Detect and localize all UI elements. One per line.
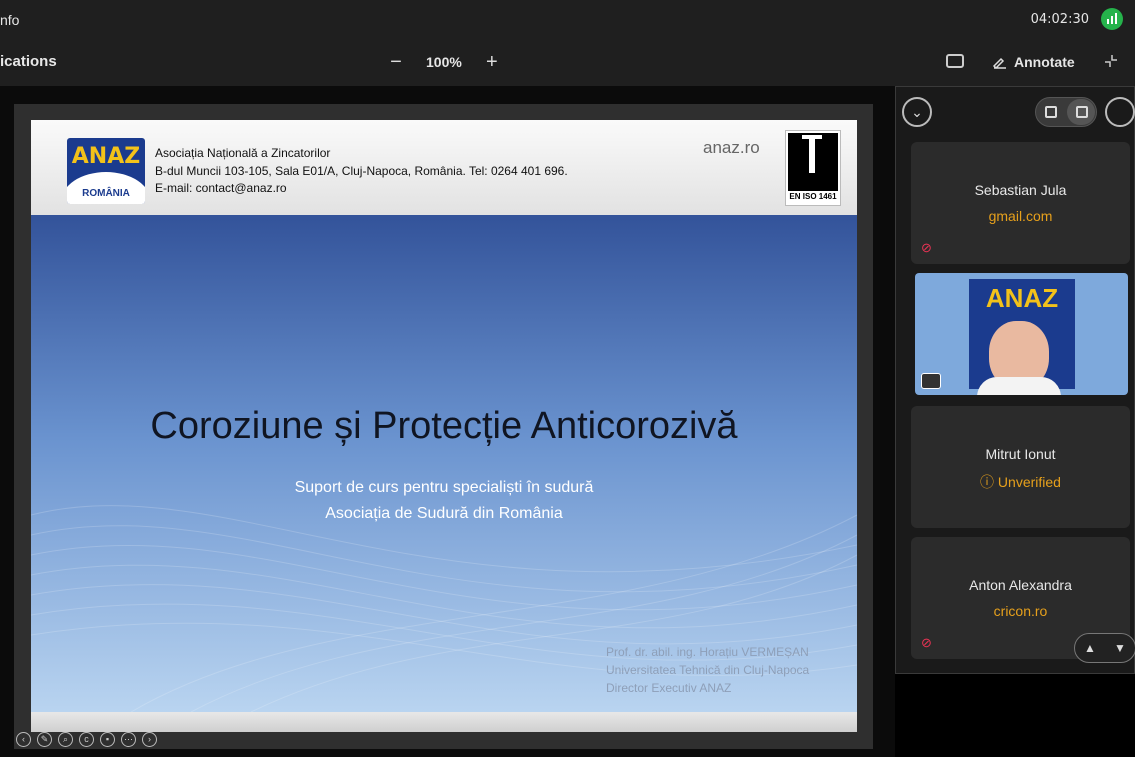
participant-domain: cricon.ro: [993, 603, 1048, 619]
header-line-2: B-dul Muncii 103-105, Sala E01/A, Cluj-N…: [155, 163, 568, 178]
chevron-up-icon[interactable]: ▲: [1084, 641, 1096, 655]
slide-title: Coroziune și Protecție Anticorozivă: [150, 405, 738, 447]
participant-name: Mitrut Ionut: [985, 446, 1056, 462]
iso-logo: EN ISO 1461: [785, 130, 841, 206]
subtitle-line-2: Asociația de Sudură din România: [325, 505, 563, 522]
zoom-tool-icon[interactable]: ⌕: [58, 732, 73, 747]
captions-icon[interactable]: c: [79, 732, 94, 747]
slide-footer: [31, 712, 857, 732]
screen-share-icon[interactable]: [921, 373, 941, 389]
slide-subtitle: Suport de curs pentru specialiști în sud…: [31, 475, 857, 527]
title-bar: nfo 04:02:30: [0, 0, 1135, 40]
signal-icon[interactable]: [1101, 8, 1123, 30]
participant-status: ⓘ Unverified: [980, 474, 1061, 490]
header-website: anaz.ro: [703, 138, 760, 157]
participant-tile[interactable]: Mitrut Ionut ⓘ Unverified: [911, 406, 1130, 528]
header-line-1: Asociația Națională a Zincatorilor: [155, 146, 331, 160]
header-line-3: E-mail: contact@anaz.ro: [155, 181, 287, 195]
presentation-slide: ANAZ ROMÂNIA Asociația Națională a Zinca…: [31, 120, 857, 732]
expand-icon[interactable]: [1105, 97, 1135, 127]
author-line-1: Prof. dr. abil. ing. Horațiu VERMEȘAN: [606, 645, 809, 659]
mic-off-icon: ⊘: [921, 635, 932, 650]
chevron-down-icon[interactable]: ⌄: [902, 97, 932, 127]
more-options-icon[interactable]: ⋯: [121, 732, 136, 747]
view-toggle[interactable]: [1035, 97, 1097, 127]
previous-slide-icon[interactable]: ‹: [16, 732, 31, 747]
empty-area: [895, 674, 1135, 757]
participants-panel: ⌄ Sebastian Jula gmail.com ⊘ ANAZ Mitrut…: [895, 86, 1135, 674]
grid-view-icon[interactable]: [1076, 106, 1088, 118]
mic-off-icon: ⊘: [921, 240, 932, 255]
share-toolbar: ications − 100% + Annotate: [0, 40, 1135, 86]
zoom-level: 100%: [426, 54, 462, 70]
slide-body: Coroziune și Protecție Anticorozivă Supo…: [31, 215, 857, 712]
zoom-in-button[interactable]: +: [482, 50, 502, 74]
meeting-timer: 04:02:30: [1030, 12, 1089, 27]
header-contact: Asociația Națională a Zincatorilor B-dul…: [155, 145, 568, 198]
toolbar-left-label: ications: [0, 53, 57, 70]
participant-name: Sebastian Jula: [974, 182, 1067, 198]
author-line-3: Director Executiv ANAZ: [606, 681, 732, 695]
info-circle-icon: ⓘ: [980, 474, 998, 490]
next-slide-icon[interactable]: ›: [142, 732, 157, 747]
zoom-out-button[interactable]: −: [386, 50, 406, 74]
slide-author: Prof. dr. abil. ing. Horațiu VERMEȘAN Un…: [606, 643, 809, 697]
participant-video[interactable]: ANAZ: [915, 273, 1128, 395]
video-icon[interactable]: ▪: [100, 732, 115, 747]
participant-domain: gmail.com: [988, 208, 1053, 224]
annotate-button[interactable]: Annotate: [992, 54, 1075, 70]
participant-name: Anton Alexandra: [969, 577, 1072, 593]
anaz-logo: ANAZ ROMÂNIA: [67, 138, 145, 204]
annotate-label: Annotate: [1014, 54, 1075, 70]
participant-tile[interactable]: Sebastian Jula gmail.com ⊘: [911, 142, 1130, 264]
tile-pager: ▲ ▼: [1074, 633, 1135, 663]
pen-tool-icon[interactable]: ✎: [37, 732, 52, 747]
author-line-2: Universitatea Tehnică din Cluj-Napoca: [606, 663, 810, 677]
slide-tools: ‹ ✎ ⌕ c ▪ ⋯ ›: [16, 732, 157, 747]
wave-decoration: [31, 505, 857, 712]
pen-icon: [992, 57, 1006, 70]
subtitle-line-1: Suport de curs pentru specialiști în sud…: [294, 479, 594, 496]
zoom-controls: − 100% +: [386, 50, 502, 74]
single-view-icon[interactable]: [1045, 106, 1057, 118]
window-title: nfo: [0, 12, 20, 28]
chevron-down-icon[interactable]: ▼: [1114, 641, 1126, 655]
slide-header: ANAZ ROMÂNIA Asociația Națională a Zinca…: [31, 120, 857, 215]
exit-fullscreen-icon[interactable]: [1104, 54, 1118, 68]
share-screen-icon[interactable]: [946, 54, 964, 68]
